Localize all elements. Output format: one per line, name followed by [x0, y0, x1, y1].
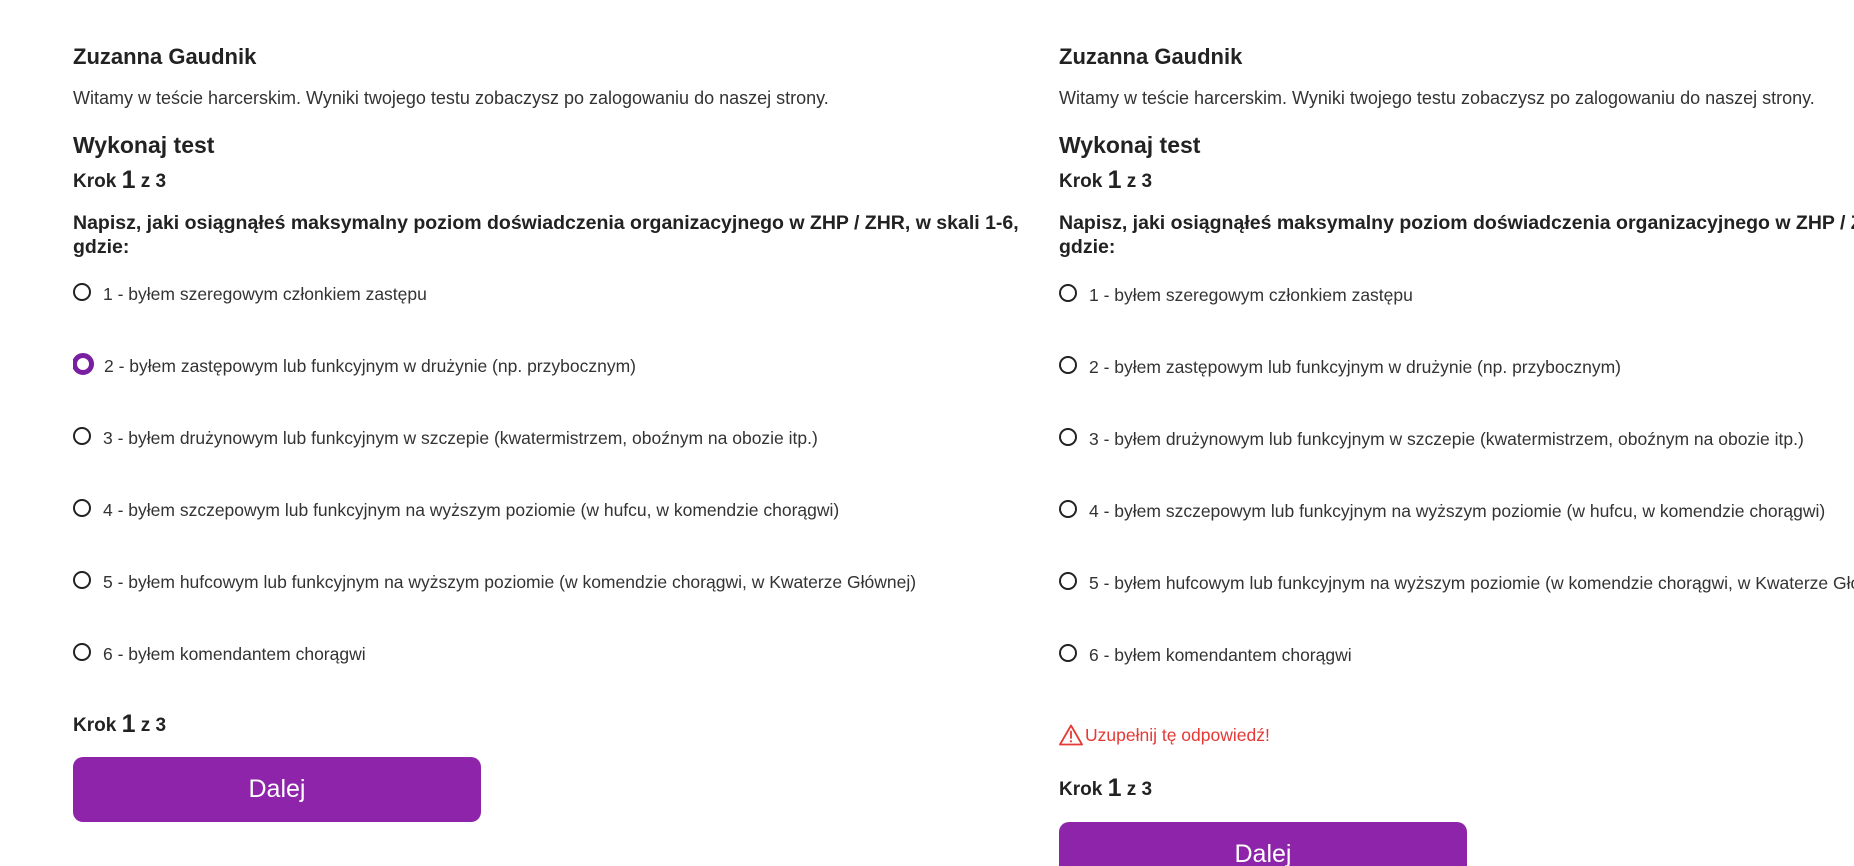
radio-button-selected[interactable]: [73, 353, 94, 375]
step-current: 1: [121, 166, 136, 194]
radio-button[interactable]: [73, 571, 91, 589]
section-title: Wykonaj test: [1059, 132, 1201, 158]
user-name: Zuzanna Gaudnik: [73, 44, 257, 69]
test-panel-unanswered: Zuzanna Gaudnik Witamy w teście harcersk…: [1059, 0, 1854, 866]
option-label: 2 - byłem zastępowym lub funkcyjnym w dr…: [104, 355, 636, 376]
option-2[interactable]: 2 - byłem zastępowym lub funkcyjnym w dr…: [73, 351, 636, 381]
step-total: 3: [1141, 171, 1153, 192]
question-text: Napisz, jaki osiągnąłeś maksymalny pozio…: [73, 212, 1019, 258]
step-indicator-top: Krok 1 z 3: [73, 165, 166, 194]
step-indicator-bottom: Krok 1 z 3: [1059, 773, 1152, 802]
step-total: 3: [155, 715, 167, 736]
step-total: 3: [1141, 779, 1153, 800]
step-prefix: Krok: [1059, 779, 1103, 800]
option-label: 1 - byłem szeregowym członkiem zastępu: [1089, 284, 1413, 305]
warning-triangle-icon: [1059, 724, 1083, 746]
step-of: z: [1126, 171, 1137, 192]
radio-button[interactable]: [1059, 428, 1077, 446]
step-total: 3: [155, 171, 167, 192]
option-3[interactable]: 3 - byłem drużynowym lub funkcyjnym w sz…: [1059, 424, 1804, 454]
option-5[interactable]: 5 - byłem hufcowym lub funkcyjnym na wyż…: [73, 567, 916, 597]
option-label: 1 - byłem szeregowym członkiem zastępu: [103, 283, 427, 304]
option-6[interactable]: 6 - byłem komendantem chorągwi: [1059, 640, 1352, 670]
radio-button[interactable]: [1059, 500, 1077, 518]
radio-button[interactable]: [73, 643, 91, 661]
step-prefix: Krok: [73, 171, 117, 192]
radio-button[interactable]: [1059, 572, 1077, 590]
option-1[interactable]: 1 - byłem szeregowym członkiem zastępu: [73, 279, 427, 309]
radio-button[interactable]: [73, 499, 91, 517]
validation-error: Uzupełnij tę odpowiedź!: [1059, 724, 1270, 746]
next-button[interactable]: Dalej: [73, 757, 481, 822]
radio-button[interactable]: [1059, 644, 1077, 662]
step-prefix: Krok: [1059, 171, 1103, 192]
option-5[interactable]: 5 - byłem hufcowym lub funkcyjnym na wyż…: [1059, 568, 1854, 598]
step-indicator-bottom: Krok 1 z 3: [73, 709, 166, 738]
radio-button[interactable]: [1059, 356, 1077, 374]
test-panel-answered: Zuzanna Gaudnik Witamy w teście harcersk…: [73, 0, 1024, 866]
option-6[interactable]: 6 - byłem komendantem chorągwi: [73, 639, 366, 669]
welcome-text: Witamy w teście harcerskim. Wyniki twoje…: [1059, 88, 1815, 108]
step-of: z: [140, 171, 151, 192]
step-current: 1: [1107, 774, 1122, 802]
option-label: 6 - byłem komendantem chorągwi: [1089, 644, 1352, 665]
option-label: 6 - byłem komendantem chorągwi: [103, 643, 366, 664]
question-text: Napisz, jaki osiągnąłeś maksymalny pozio…: [1059, 212, 1854, 258]
next-button[interactable]: Dalej: [1059, 822, 1467, 866]
welcome-text: Witamy w teście harcerskim. Wyniki twoje…: [73, 88, 829, 108]
user-name: Zuzanna Gaudnik: [1059, 44, 1243, 69]
option-label: 3 - byłem drużynowym lub funkcyjnym w sz…: [1089, 428, 1804, 449]
step-indicator-top: Krok 1 z 3: [1059, 165, 1152, 194]
step-of: z: [140, 715, 151, 736]
step-prefix: Krok: [73, 715, 117, 736]
option-3[interactable]: 3 - byłem drużynowym lub funkcyjnym w sz…: [73, 423, 818, 453]
radio-button[interactable]: [73, 283, 91, 301]
option-4[interactable]: 4 - byłem szczepowym lub funkcyjnym na w…: [1059, 496, 1825, 526]
option-1[interactable]: 1 - byłem szeregowym członkiem zastępu: [1059, 280, 1413, 310]
option-label: 5 - byłem hufcowym lub funkcyjnym na wyż…: [103, 571, 917, 592]
option-2[interactable]: 2 - byłem zastępowym lub funkcyjnym w dr…: [1059, 352, 1621, 382]
option-label: 3 - byłem drużynowym lub funkcyjnym w sz…: [103, 427, 818, 448]
step-current: 1: [121, 710, 136, 738]
option-label: 5 - byłem hufcowym lub funkcyjnym na wyż…: [1089, 572, 1854, 593]
error-message: Uzupełnij tę odpowiedź!: [1085, 724, 1270, 745]
option-label: 2 - byłem zastępowym lub funkcyjnym w dr…: [1089, 356, 1621, 377]
radio-button[interactable]: [73, 427, 91, 445]
option-4[interactable]: 4 - byłem szczepowym lub funkcyjnym na w…: [73, 495, 839, 525]
section-title: Wykonaj test: [73, 132, 215, 158]
option-label: 4 - byłem szczepowym lub funkcyjnym na w…: [1089, 500, 1826, 521]
radio-button[interactable]: [1059, 284, 1077, 302]
option-label: 4 - byłem szczepowym lub funkcyjnym na w…: [103, 499, 840, 520]
step-current: 1: [1107, 166, 1122, 194]
step-of: z: [1126, 779, 1137, 800]
